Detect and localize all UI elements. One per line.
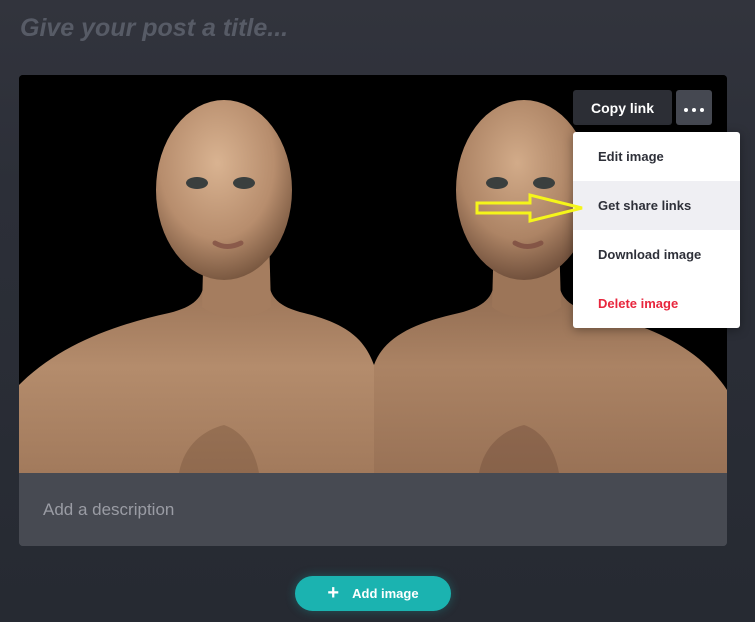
- more-horizontal-icon: [676, 90, 712, 125]
- add-image-button[interactable]: + Add image: [295, 576, 451, 611]
- add-image-label: Add image: [352, 586, 419, 601]
- menu-item-download-image[interactable]: Download image: [573, 230, 740, 279]
- copy-link-button[interactable]: Copy link: [573, 90, 672, 125]
- image-options-menu: Edit image Get share links Download imag…: [573, 132, 740, 328]
- menu-item-get-share-links[interactable]: Get share links: [573, 181, 740, 230]
- menu-item-edit-image[interactable]: Edit image: [573, 132, 740, 181]
- menu-item-delete-image[interactable]: Delete image: [573, 279, 740, 328]
- post-title-input[interactable]: [20, 8, 720, 48]
- right-arrow-icon: [475, 193, 583, 223]
- more-options-button[interactable]: [676, 90, 712, 125]
- description-input[interactable]: [19, 473, 727, 546]
- plus-icon: +: [327, 581, 340, 604]
